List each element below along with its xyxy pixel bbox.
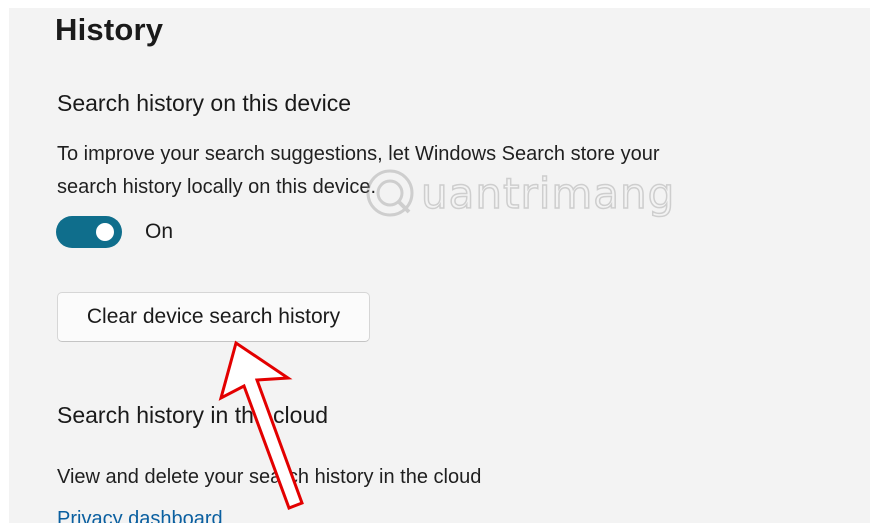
clear-device-history-button[interactable]: Clear device search history (57, 292, 370, 342)
cloud-history-description: View and delete your search history in t… (57, 466, 482, 488)
description-line-2: search history locally on this device. (57, 176, 377, 198)
device-history-description: To improve your search suggestions, let … (57, 138, 797, 204)
device-history-toggle[interactable] (56, 216, 122, 248)
toggle-knob (96, 223, 114, 241)
privacy-dashboard-link[interactable]: Privacy dashboard (57, 508, 223, 523)
settings-panel: History Search history on this device To… (9, 8, 870, 523)
page-title: History (55, 12, 164, 47)
device-history-title: Search history on this device (57, 90, 352, 116)
description-line-1: To improve your search suggestions, let … (57, 143, 660, 165)
toggle-state-label: On (145, 220, 174, 243)
cloud-history-title: Search history in the cloud (57, 402, 329, 428)
device-history-toggle-row: On (56, 213, 173, 251)
